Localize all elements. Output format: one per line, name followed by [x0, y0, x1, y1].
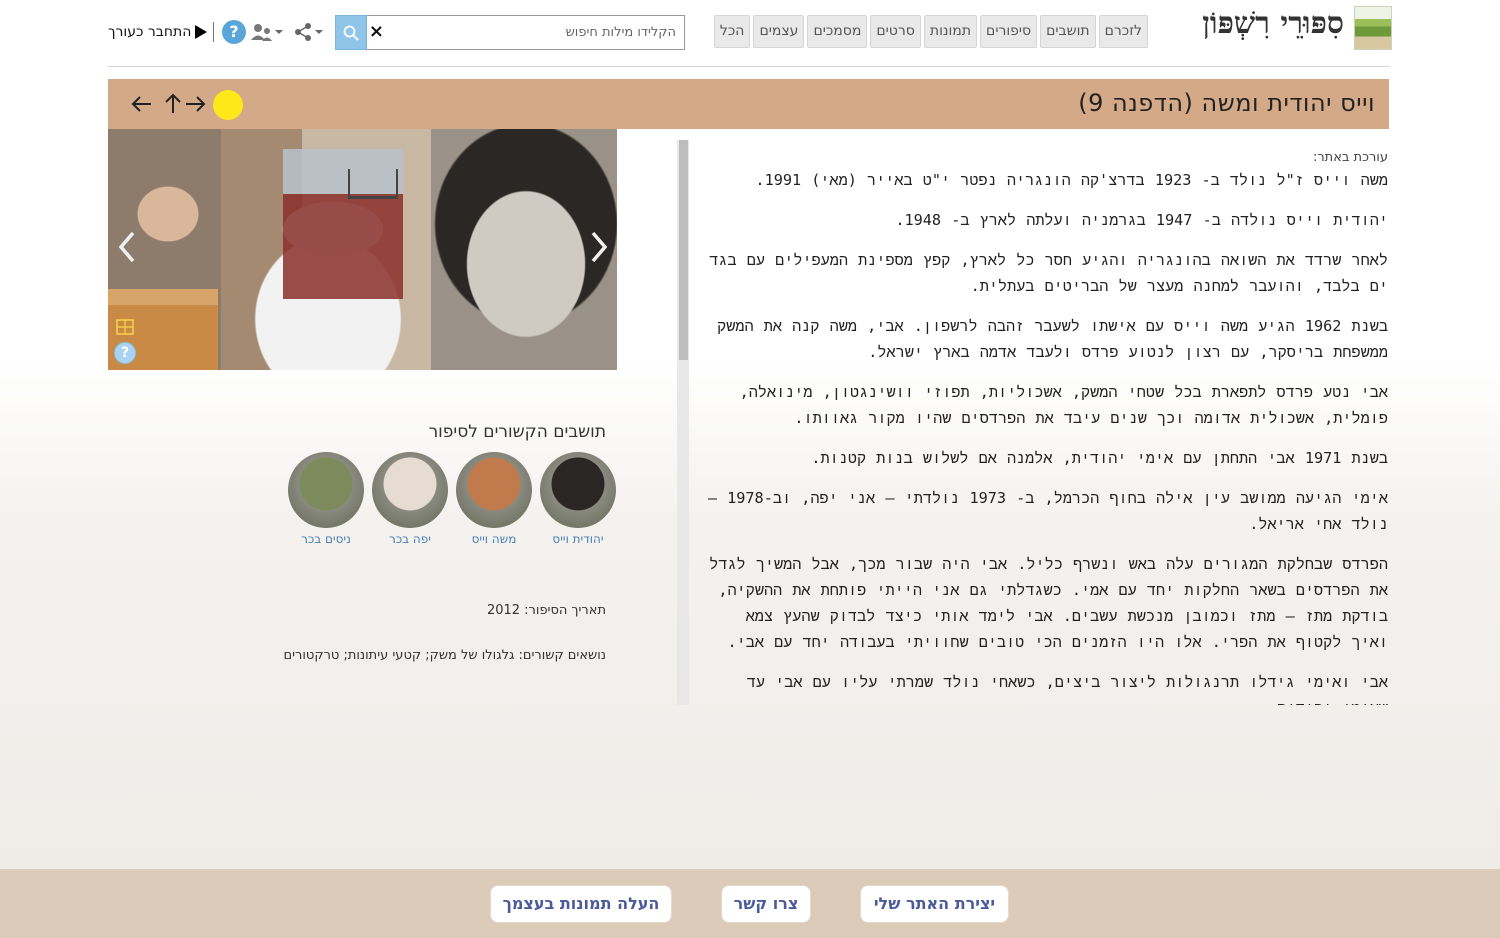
header-divider	[213, 22, 214, 42]
nav-tab-videos[interactable]: סרטים	[870, 15, 921, 48]
nav-tab-documents[interactable]: מסמכים	[807, 15, 868, 48]
nav-tab-objects[interactable]: עצמים	[753, 15, 805, 48]
site-footer: יצירת האתר שלי צרו קשר העלה תמונות בעצמך	[0, 869, 1500, 938]
nav-tab-stories[interactable]: סיפורים	[980, 15, 1038, 48]
arrow-left-icon[interactable]	[130, 91, 154, 117]
nav-tab-all[interactable]: הכל	[713, 15, 751, 48]
login-as-editor-link[interactable]: התחבר כעורך	[108, 22, 208, 42]
resident-name[interactable]: יהודית וייס	[538, 532, 618, 546]
upload-photos-button[interactable]: העלה תמונות בעצמך	[490, 885, 672, 923]
site-header: סִפּוּרֵי רִשְׁפּוֹן לזכרם תושבים סיפורי…	[0, 0, 1500, 66]
chevron-right-icon[interactable]	[588, 229, 610, 265]
help-icon[interactable]: ?	[114, 342, 136, 364]
story-body: עורכת באתר: משה וייס ז"ל נולד ב- 1923 בד…	[700, 150, 1388, 705]
story-paragraph: בשנת 1962 הגיע משה וייס עם אישתו לשעבר ז…	[717, 317, 1388, 361]
login-arrow-icon	[195, 25, 208, 39]
story-paragraph: אבי ואימי גידלו תרנגולות ליצור ביצים, כש…	[746, 673, 1388, 705]
story-paragraph: הפרדס שבחלקת המגורים עלה באש ונשרף כליל.…	[709, 555, 1388, 651]
avatar[interactable]	[540, 452, 616, 528]
resident-name[interactable]: ניסים בכר	[286, 532, 366, 546]
arrow-right-icon[interactable]	[183, 91, 207, 117]
story-topics: נושאים קשורים: גלגולו של משק; קטעי עיתונ…	[283, 648, 607, 663]
resident-card[interactable]: ניסים בכר	[286, 452, 366, 546]
site-logo-text[interactable]: סִפּוּרֵי רִשְׁפּוֹן	[1202, 6, 1344, 41]
story-paragraph: משה וייס ז"ל נולד ב- 1923 בדרצ'קה הונגרי…	[755, 171, 1388, 189]
story-paragraph: לאחר שרדד את השואה בהונגריה והגיע חסר כל…	[709, 251, 1388, 295]
arrow-up-icon[interactable]	[161, 91, 185, 117]
story-title: וייס יהודית ומשה (הדפנה 9)	[1078, 89, 1375, 117]
related-residents-list: יהודית וייס משה וייס יפה בכר ניסים בכר	[286, 452, 618, 548]
users-menu[interactable]	[250, 22, 286, 42]
story-paragraph: יהודית וייס נולדה ב- 1947 בגרמניה ועלתה …	[895, 211, 1388, 229]
resident-card[interactable]: יפה בכר	[370, 452, 450, 546]
header-divider-line	[108, 66, 1390, 67]
logo-icon[interactable]	[1354, 6, 1392, 50]
resident-name[interactable]: יפה בכר	[370, 532, 450, 546]
nav-tab-photos[interactable]: תמונות	[923, 15, 978, 48]
nav-tab-memorial[interactable]: לזכרם	[1098, 15, 1148, 48]
search-button[interactable]	[335, 15, 367, 50]
create-my-site-button[interactable]: יצירת האתר שלי	[860, 885, 1009, 923]
share-icon	[295, 23, 323, 41]
avatar[interactable]	[456, 452, 532, 528]
chevron-left-icon[interactable]	[116, 229, 138, 265]
resident-name[interactable]: משה וייס	[454, 532, 534, 546]
main-nav: לזכרם תושבים סיפורים תמונות סרטים מסמכים…	[713, 15, 1148, 48]
gallery-photo-ceremony[interactable]	[108, 129, 431, 370]
story-title-bar: וייס יהודית ומשה (הדפנה 9)	[108, 79, 1389, 129]
avatar[interactable]	[372, 452, 448, 528]
search-input[interactable]	[366, 15, 685, 50]
story-paragraph: בשנת 1971 אבי התחתן עם אימי יהודית, אלמנ…	[811, 449, 1388, 467]
story-scrollbar-thumb[interactable]	[679, 140, 688, 360]
story-date: תאריך הסיפור: 2012	[486, 603, 606, 618]
users-icon	[251, 24, 283, 41]
login-label: התחבר כעורך	[108, 24, 192, 40]
search-icon	[343, 25, 359, 41]
yellow-indicator-dot	[213, 90, 243, 120]
resident-card[interactable]: משה וייס	[454, 452, 534, 546]
avatar[interactable]	[288, 452, 364, 528]
nav-tab-residents[interactable]: תושבים	[1040, 15, 1096, 48]
related-residents-heading: תושבים הקשורים לסיפור	[428, 422, 606, 442]
contact-button[interactable]: צרו קשר	[721, 885, 811, 923]
story-author-label: עורכת באתר:	[1312, 150, 1388, 165]
help-icon[interactable]: ?	[222, 20, 246, 44]
story-paragraph: אבי נטע פרדס לתפארת בכל שטחי המשק, אשכול…	[739, 383, 1388, 427]
story-paragraph: אימי הגיעה ממושב עין אילה בחוף הכרמל, ב-…	[707, 489, 1388, 533]
resident-card[interactable]: יהודית וייס	[538, 452, 618, 546]
close-icon[interactable]: ×	[369, 23, 384, 41]
share-menu[interactable]	[294, 22, 326, 42]
photo-gallery[interactable]: ?	[108, 129, 617, 370]
photo-detail-menorah	[348, 169, 398, 199]
grid-icon[interactable]	[116, 319, 134, 335]
